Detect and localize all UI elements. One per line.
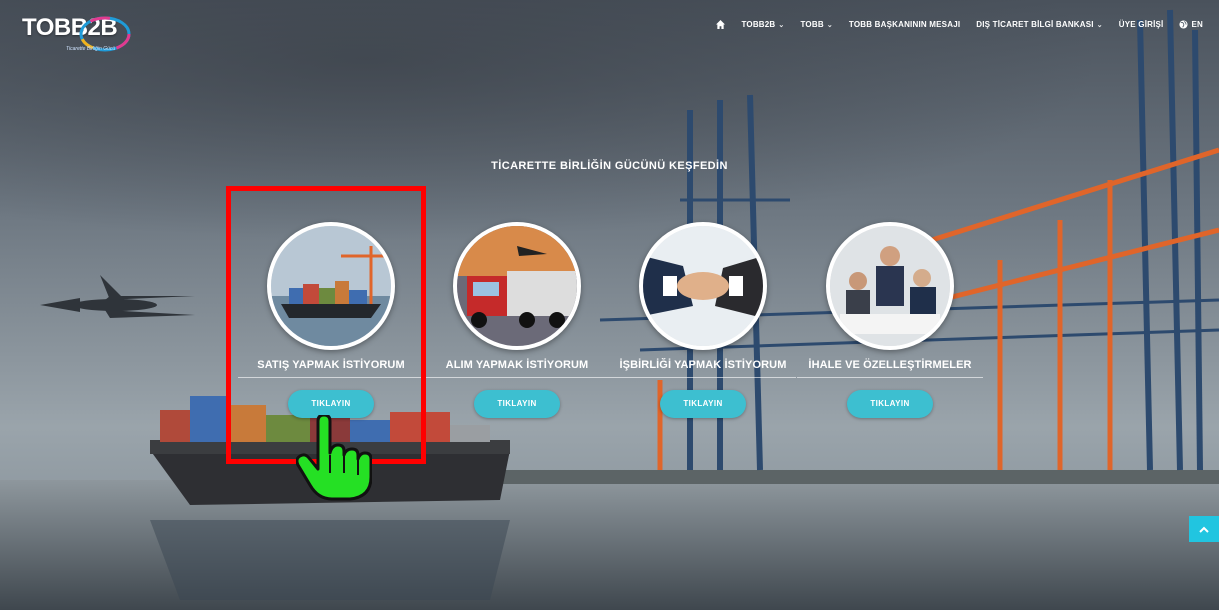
nav-tobb2b-label: TOBB2B — [741, 20, 776, 29]
nav-dis-ticaret-label: DIŞ TİCARET BİLGİ BANKASI — [976, 20, 1094, 29]
handshake-photo-icon — [643, 226, 763, 346]
card-alim-label: ALIM YAPMAK İSTİYORUM — [424, 359, 610, 378]
hero-heading: TİCARETTE BİRLİĞİN GÜCÜNÜ KEŞFEDİN — [491, 160, 728, 172]
nav-language-label: EN — [1191, 20, 1203, 29]
card-isbirligi-image — [639, 222, 767, 350]
nav-uye-girisi[interactable]: ÜYE GİRİŞİ — [1119, 20, 1164, 29]
truck-photo-icon — [457, 226, 577, 346]
home-icon — [716, 20, 726, 29]
chevron-down-icon: ⌄ — [826, 21, 833, 29]
nav-dis-ticaret[interactable]: DIŞ TİCARET BİLGİ BANKASI ⌄ — [976, 20, 1103, 29]
site-logo[interactable]: TOBB2B Ticarette Birliğin Gücü — [22, 10, 131, 54]
nav-tobb-label: TOBB — [800, 20, 824, 29]
main-nav: TOBB2B ⌄ TOBB ⌄ TOBB BAŞKANININ MESAJI DIŞ… — [716, 20, 1203, 29]
nav-baskan-mesaji-label: TOBB BAŞKANININ MESAJI — [848, 20, 961, 29]
nav-tobb[interactable]: TOBB ⌄ — [800, 20, 832, 29]
card-ihale-image — [826, 222, 954, 350]
card-isbirligi-label: İŞBİRLİĞİ YAPMAK İSTİYORUM — [610, 359, 796, 378]
card-ihale-label: İHALE VE ÖZELLEŞTİRMELER — [797, 359, 983, 378]
ihale-tiklayin-button[interactable]: TIKLAYIN — [847, 390, 933, 418]
globe-icon — [1179, 20, 1189, 29]
isbirligi-tiklayin-button[interactable]: TIKLAYIN — [660, 390, 746, 418]
logo-slogan: Ticarette Birliğin Gücü — [66, 46, 116, 52]
chevron-down-icon: ⌄ — [1096, 21, 1103, 29]
card-ihale: İHALE VE ÖZELLEŞTİRMELER TIKLAYIN — [797, 222, 983, 418]
chevron-up-icon — [1199, 526, 1209, 533]
business-meeting-photo-icon — [830, 226, 950, 346]
nav-uye-girisi-label: ÜYE GİRİŞİ — [1118, 20, 1164, 29]
card-isbirligi: İŞBİRLİĞİ YAPMAK İSTİYORUM TIKLAYIN — [610, 222, 796, 418]
nav-language[interactable]: EN — [1179, 20, 1203, 29]
nav-tobb2b[interactable]: TOBB2B ⌄ — [741, 20, 784, 29]
hand-pointer-icon — [296, 415, 372, 501]
chevron-down-icon: ⌄ — [778, 21, 785, 29]
scroll-top-button[interactable] — [1189, 516, 1219, 542]
alim-tiklayin-button[interactable]: TIKLAYIN — [474, 390, 560, 418]
nav-home[interactable] — [716, 20, 726, 29]
card-alim: ALIM YAPMAK İSTİYORUM TIKLAYIN — [424, 222, 610, 418]
card-alim-image — [453, 222, 581, 350]
nav-baskan-mesaji[interactable]: TOBB BAŞKANININ MESAJI — [849, 20, 960, 29]
